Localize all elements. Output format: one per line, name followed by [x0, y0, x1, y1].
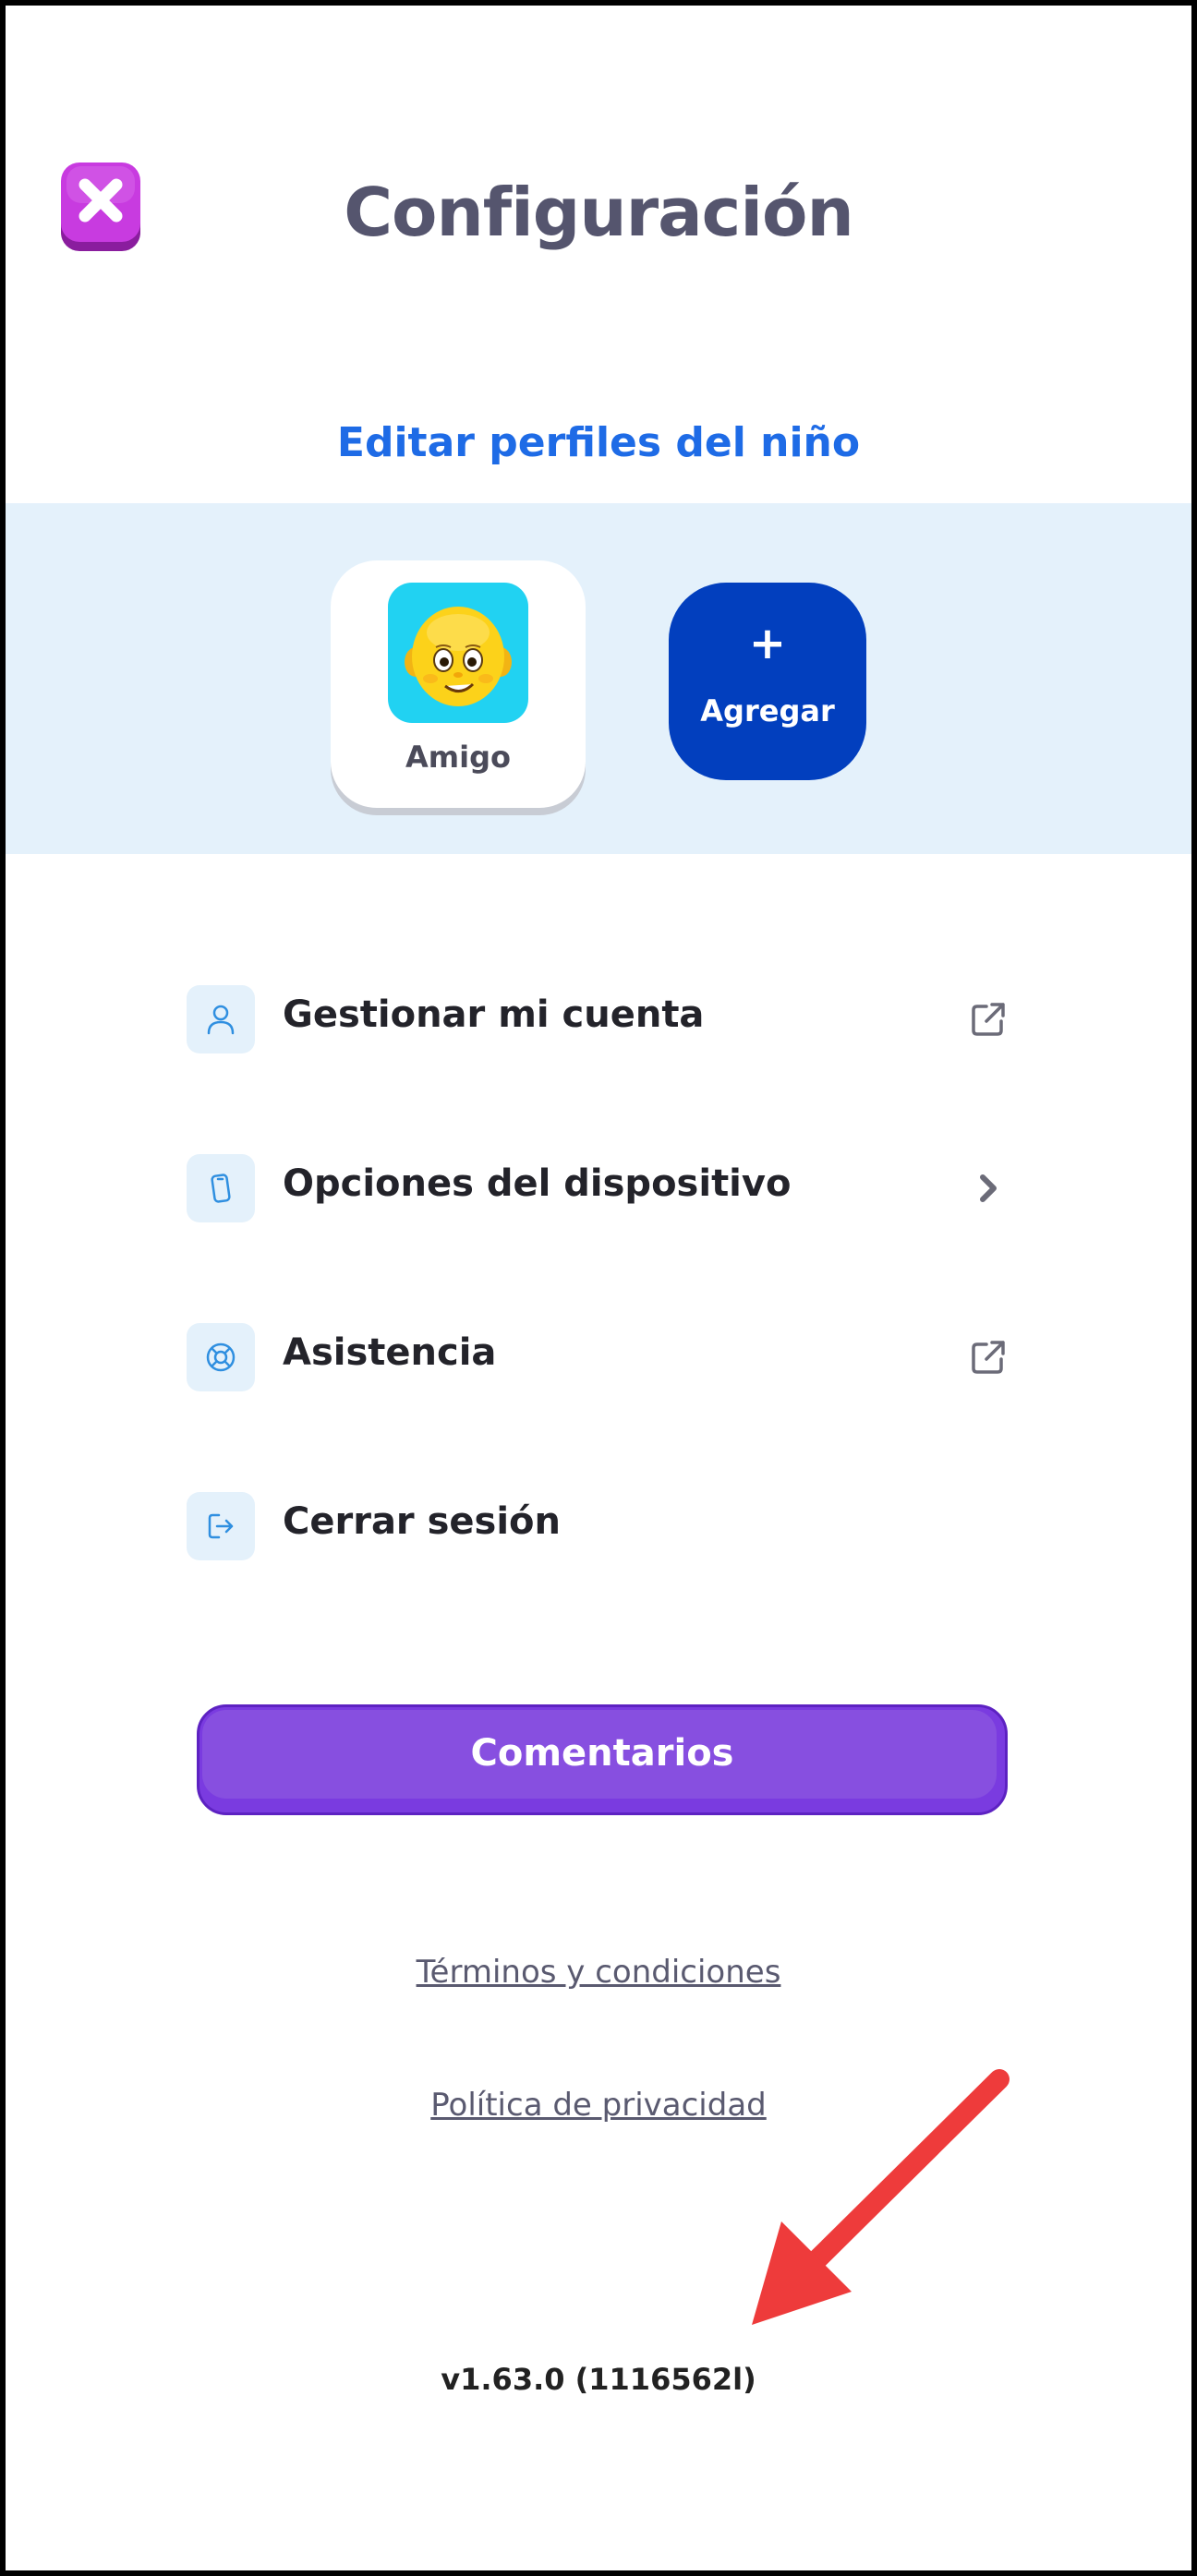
logout-icon: [187, 1492, 255, 1560]
add-profile-button[interactable]: + Agregar: [669, 583, 866, 780]
chevron-right-icon: [968, 1168, 1009, 1209]
plus-icon: +: [748, 618, 787, 669]
menu-item-logout[interactable]: Cerrar sesión: [187, 1489, 1009, 1563]
external-link-icon: [968, 1337, 1009, 1378]
add-profile-label: Agregar: [700, 693, 835, 728]
external-link-icon: [968, 999, 1009, 1040]
annotation-arrow: [752, 2069, 1010, 2325]
profile-name: Amigo: [405, 740, 511, 775]
edit-profiles-link[interactable]: Editar perfiles del niño: [6, 419, 1191, 466]
menu-item-label: Asistencia: [283, 1331, 497, 1374]
version-text: v1.63.0 (1116562l): [441, 2362, 756, 2397]
menu-item-label: Opciones del dispositivo: [283, 1162, 792, 1205]
feedback-button[interactable]: Comentarios: [197, 1704, 1008, 1815]
baby-face-avatar: [388, 583, 528, 723]
device-icon: [187, 1154, 255, 1222]
profile-card-amigo[interactable]: Amigo: [331, 560, 586, 808]
settings-screen: Configuración Editar perfiles del niño A…: [6, 6, 1191, 2570]
terms-link[interactable]: Términos y condiciones: [6, 1954, 1191, 1991]
menu-item-label: Gestionar mi cuenta: [283, 993, 705, 1036]
menu-item-support[interactable]: Asistencia: [187, 1320, 1009, 1394]
lifebuoy-icon: [187, 1323, 255, 1391]
user-icon: [187, 985, 255, 1053]
menu-item-device-options[interactable]: Opciones del dispositivo: [187, 1151, 1009, 1225]
privacy-link[interactable]: Política de privacidad: [6, 2087, 1191, 2124]
menu-item-label: Cerrar sesión: [283, 1500, 561, 1543]
profiles-band: Amigo + Agregar: [6, 503, 1191, 854]
menu-item-manage-account[interactable]: Gestionar mi cuenta: [187, 982, 1009, 1056]
page-title: Configuración: [344, 174, 854, 251]
feedback-label: Comentarios: [470, 1732, 734, 1775]
